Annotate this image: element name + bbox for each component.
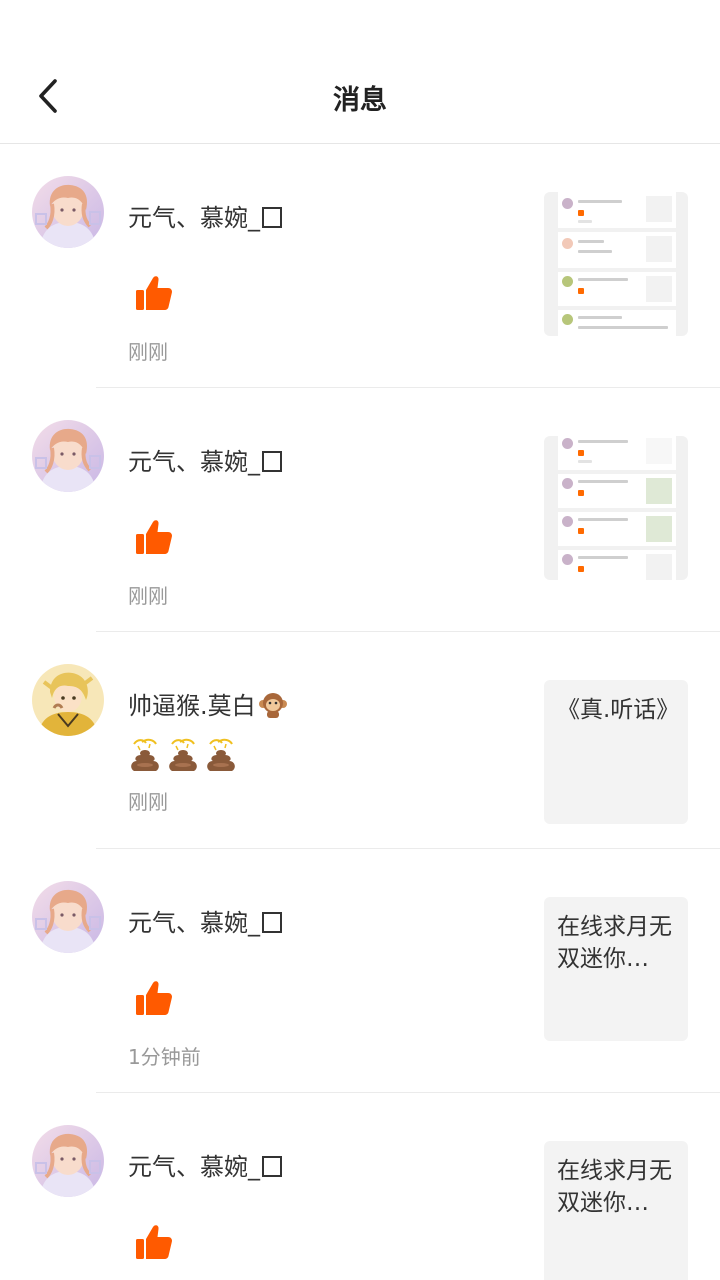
page-title: 消息 [333, 85, 387, 116]
missing-glyph-icon [262, 1156, 282, 1177]
user-name[interactable]: 帅逼猴.莫白 [128, 686, 288, 721]
like-icon [134, 518, 174, 558]
user-name[interactable]: 元气、慕婉_ [128, 1147, 282, 1182]
list-item[interactable]: 元气、慕婉_ 在线求月无双迷你… [0, 1093, 720, 1280]
avatar[interactable] [32, 176, 104, 248]
missing-glyph-icon [262, 912, 282, 933]
timestamp: 刚刚 [128, 584, 168, 608]
avatar[interactable] [32, 664, 104, 736]
user-name[interactable]: 元气、慕婉_ [128, 442, 282, 477]
preview-text-card[interactable]: 在线求月无双迷你… [544, 1141, 688, 1280]
preview-thumbnail[interactable] [544, 192, 688, 336]
avatar[interactable] [32, 420, 104, 492]
poo-icon [204, 738, 238, 774]
timestamp: 刚刚 [128, 790, 168, 814]
preview-text-card[interactable]: 《真.听话》 [544, 680, 688, 824]
user-name[interactable]: 元气、慕婉_ [128, 198, 282, 233]
timestamp: 刚刚 [128, 340, 168, 364]
missing-glyph-icon [262, 207, 282, 228]
preview-text-card[interactable]: 在线求月无双迷你… [544, 897, 688, 1041]
like-icon [134, 1223, 174, 1263]
user-name[interactable]: 元气、慕婉_ [128, 903, 282, 938]
poo-icon [166, 738, 200, 774]
reaction-emojis [128, 738, 238, 774]
timestamp: 1分钟前 [128, 1045, 201, 1069]
list-item[interactable]: 元气、慕婉_ 刚刚 [0, 144, 720, 388]
poo-icon [128, 738, 162, 774]
avatar[interactable] [32, 881, 104, 953]
preview-text: 在线求月无双迷你… [557, 1158, 672, 1216]
preview-text: 在线求月无双迷你… [557, 914, 672, 972]
like-icon [134, 274, 174, 314]
monkey-icon [258, 693, 287, 718]
list-item[interactable]: 元气、慕婉_ 1分钟前 在线求月无双迷你… [0, 849, 720, 1093]
preview-thumbnail[interactable] [544, 436, 688, 580]
missing-glyph-icon [262, 451, 282, 472]
top-bar: 消息 [0, 0, 720, 144]
preview-text: 《真.听话》 [557, 697, 680, 723]
list-item[interactable]: 帅逼猴.莫白 刚刚 《真.听话》 [0, 632, 720, 849]
avatar[interactable] [32, 1125, 104, 1197]
message-list: 元气、慕婉_ 刚刚 元气、慕婉_ 刚刚 帅逼猴.莫白 刚刚 《真.听话》 元气、… [0, 144, 720, 1280]
like-icon [134, 979, 174, 1019]
list-item[interactable]: 元气、慕婉_ 刚刚 [0, 388, 720, 632]
